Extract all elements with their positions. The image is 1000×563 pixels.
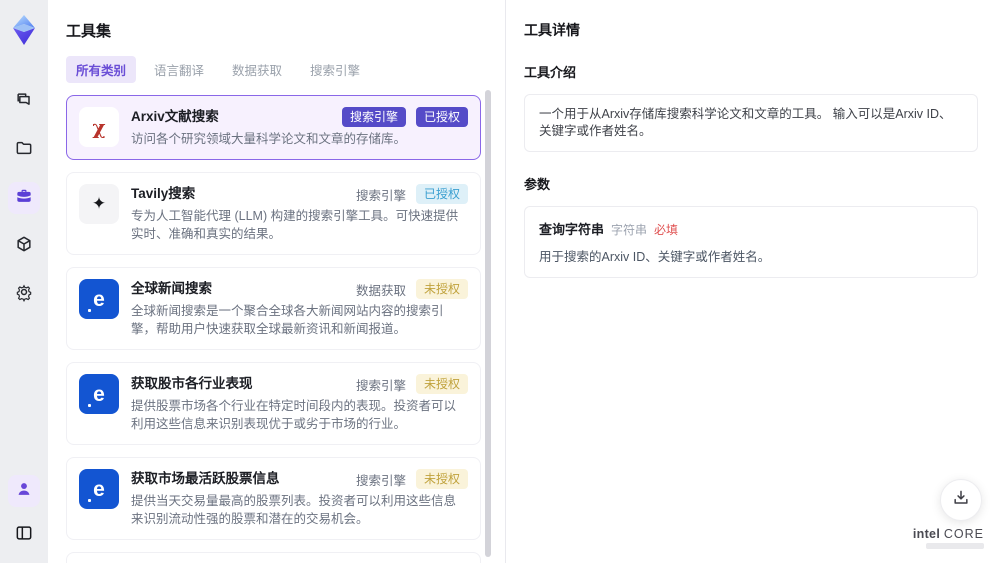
- tool-description: 提供股票市场各个行业在特定时间段内的表现。投资者可以利用这些信息来识别表现优于或…: [131, 399, 457, 431]
- brand-core: CORE: [943, 527, 984, 541]
- param-type: 字符串: [611, 223, 648, 237]
- sidebar-bottom: [0, 475, 48, 551]
- toolbox-icon: [14, 186, 34, 211]
- tool-tags: 搜索引擎 已授权: [341, 107, 468, 127]
- tool-details-panel: 工具详情 工具介绍 一个用于从Arxiv存储库搜索科学论文和文章的工具。 输入可…: [506, 0, 1000, 563]
- arxiv-icon: χ: [79, 107, 119, 147]
- intel-core-logo: intel CORE: [913, 527, 984, 549]
- user-icon: [14, 479, 34, 504]
- sidebar-item-account[interactable]: [8, 475, 40, 507]
- status-badge: 未授权: [415, 469, 468, 489]
- tab-0[interactable]: 所有类别: [66, 56, 137, 83]
- param-card: 查询字符串 字符串 必填 用于搜索的Arxiv ID、关键字或作者姓名。: [524, 206, 978, 278]
- tab-1[interactable]: 语言翻译: [144, 56, 214, 83]
- details-title: 工具详情: [524, 22, 580, 38]
- list-scrollbar[interactable]: [485, 90, 491, 557]
- intro-text: 一个用于从Arxiv存储库搜索科学论文和文章的工具。 输入可以是Arxiv ID…: [524, 94, 978, 152]
- brand-sub-bar: [926, 543, 984, 549]
- sidebar-item-tools[interactable]: [8, 182, 40, 214]
- app-logo-icon[interactable]: [7, 10, 41, 50]
- left-sidebar: [0, 0, 48, 563]
- param-desc: 用于搜索的Arxiv ID、关键字或作者姓名。: [539, 250, 771, 264]
- news-blue-icon: e: [79, 374, 119, 414]
- category-tag: 搜索引擎: [341, 107, 406, 127]
- tool-tags: 数据获取 未授权: [356, 279, 468, 299]
- status-badge: 未授权: [415, 279, 468, 299]
- sidebar-item-packages[interactable]: [8, 230, 40, 262]
- intro-heading: 工具介绍: [524, 65, 577, 80]
- sidebar-item-files[interactable]: [8, 134, 40, 166]
- tool-card-5[interactable]: 万维地区新闻查询查询具体行政区划内的新闻，快速了解各地新闻动搜索引擎未授权: [66, 552, 481, 563]
- download-button[interactable]: [940, 479, 982, 521]
- tools-panel-title: 工具集: [66, 23, 112, 40]
- tool-description: 访问各个研究领域大量科学论文和文章的存储库。: [131, 132, 407, 146]
- gear-icon: [14, 282, 34, 307]
- tool-tags: 搜索引擎 未授权: [356, 374, 468, 394]
- sidebar-item-settings[interactable]: [8, 278, 40, 310]
- tool-card-2[interactable]: e 全球新闻搜索 全球新闻搜索是一个聚合全球各大新闻网站内容的搜索引擎，帮助用户快速…: [66, 267, 481, 350]
- tool-tags: 搜索引擎 已授权: [356, 184, 468, 204]
- status-badge: 已授权: [415, 107, 468, 127]
- tool-card-4[interactable]: e 获取市场最活跃股票信息 提供当天交易量最高的股票列表。投资者可以利用这些信息来识…: [66, 457, 481, 540]
- category-tabs: 所有类别 语言翻译 数据获取 搜索引擎: [66, 56, 505, 83]
- param-head: 查询字符串 字符串 必填: [539, 219, 963, 238]
- tab-2[interactable]: 数据获取: [222, 56, 292, 83]
- params-heading: 参数: [524, 177, 551, 192]
- status-badge: 已授权: [415, 184, 468, 204]
- status-badge: 未授权: [415, 374, 468, 394]
- tab-3[interactable]: 搜索引擎: [300, 56, 370, 83]
- news-blue-icon: e: [79, 279, 119, 319]
- tool-description: 提供当天交易量最高的股票列表。投资者可以利用这些信息来识别流动性强的股票和潜在的…: [131, 494, 457, 526]
- tools-panel: 工具集 所有类别 语言翻译 数据获取 搜索引擎 χ Arxiv文献搜索 访问各个研究领域大…: [48, 0, 505, 563]
- tool-description: 全球新闻搜索是一个聚合全球各大新闻网站内容的搜索引擎，帮助用户快速获取全球最新资…: [131, 304, 444, 336]
- star-icon: ✦: [79, 184, 119, 224]
- param-required-badge: 必填: [654, 223, 679, 237]
- tool-description: 专为人工智能代理 (LLM) 构建的搜索引擎工具。可快速提供实时、准确和真实的结…: [131, 209, 459, 241]
- collapse-panel-icon: [14, 523, 34, 548]
- sidebar-item-chat[interactable]: [8, 86, 40, 118]
- sidebar-nav: [8, 86, 40, 310]
- sidebar-item-collapse[interactable]: [8, 519, 40, 551]
- folder-icon: [14, 138, 34, 163]
- param-name: 查询字符串: [539, 222, 605, 237]
- app-window: 工具集 所有类别 语言翻译 数据获取 搜索引擎 χ Arxiv文献搜索 访问各个研究领域大…: [0, 0, 1000, 563]
- brand-intel: intel: [912, 527, 941, 541]
- category-tag: 搜索引擎: [355, 188, 406, 203]
- chat-icon: [14, 90, 34, 115]
- news-blue-icon: e: [79, 469, 119, 509]
- tool-tags: 搜索引擎 未授权: [356, 469, 468, 489]
- category-tag: 搜索引擎: [355, 378, 406, 393]
- tool-card-1[interactable]: ✦ Tavily搜索 专为人工智能代理 (LLM) 构建的搜索引擎工具。可快速提供实…: [66, 172, 481, 255]
- download-icon: [951, 488, 971, 513]
- category-tag: 搜索引擎: [355, 473, 406, 488]
- tool-list: χ Arxiv文献搜索 访问各个研究领域大量科学论文和文章的存储库。 搜索引擎 已授权 ✦…: [66, 95, 481, 563]
- tool-card-0[interactable]: χ Arxiv文献搜索 访问各个研究领域大量科学论文和文章的存储库。 搜索引擎 已授权: [66, 95, 481, 160]
- tool-card-3[interactable]: e 获取股市各行业表现 提供股票市场各个行业在特定时间段内的表现。投资者可以利用这些…: [66, 362, 481, 445]
- category-tag: 数据获取: [355, 283, 406, 298]
- cube-icon: [14, 234, 34, 259]
